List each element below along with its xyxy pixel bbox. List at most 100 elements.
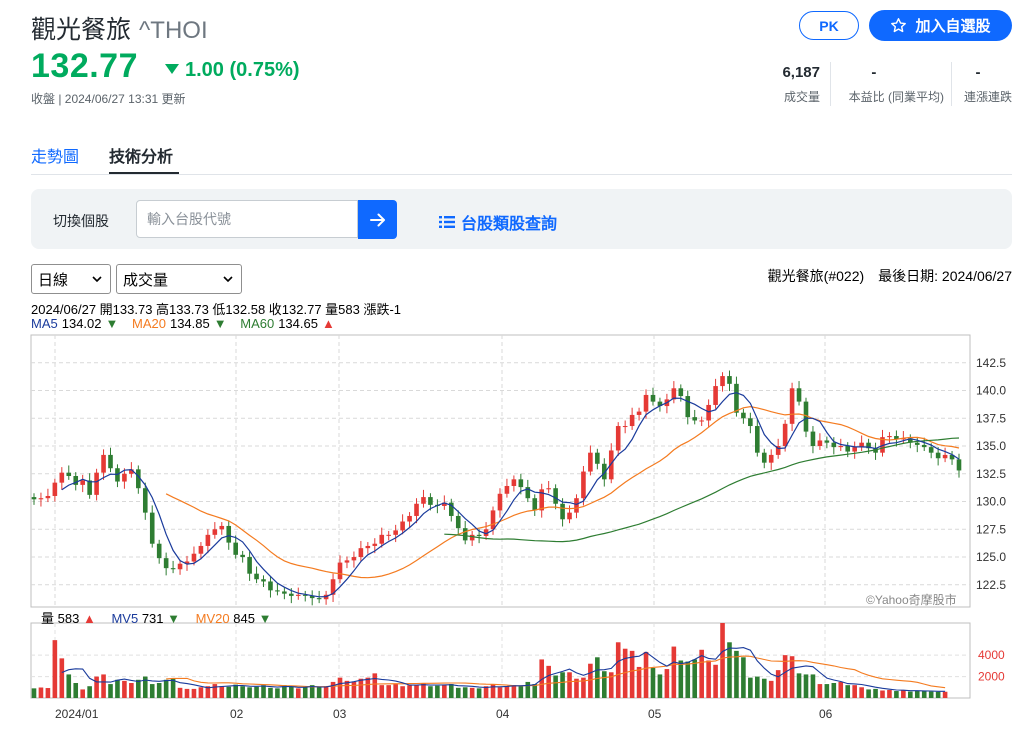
candle-body — [574, 498, 579, 513]
volume-bar — [87, 686, 92, 698]
volume-bar — [428, 686, 433, 698]
candle-body — [476, 534, 482, 536]
ma20-value: 134.85 — [169, 316, 210, 331]
candle-body — [636, 411, 642, 415]
down-triangle-icon — [165, 64, 179, 74]
candle-body — [956, 459, 962, 471]
volume-bar — [761, 678, 767, 698]
stat-pe-value: - — [871, 64, 877, 81]
volume-bar — [831, 683, 837, 698]
volume-bar — [942, 691, 948, 698]
chevron-down-icon — [92, 276, 102, 283]
tab-trend[interactable]: 走勢圖 — [31, 143, 79, 167]
period-select[interactable]: 日線 — [31, 264, 111, 294]
candle-body — [755, 426, 760, 453]
volume-bar — [727, 642, 732, 698]
candle-body — [261, 579, 266, 582]
candle-body — [191, 553, 197, 562]
price-plot-area — [30, 334, 971, 608]
candle-body — [393, 530, 398, 535]
volume-bar — [636, 666, 642, 698]
list-icon — [439, 216, 455, 228]
volume-bar — [664, 669, 670, 698]
volume-bar — [330, 681, 336, 698]
go-button[interactable] — [358, 200, 397, 239]
add-watchlist-button[interactable]: 加入自選股 — [869, 10, 1012, 41]
volume-bar — [156, 683, 162, 698]
volume-bar — [184, 688, 190, 698]
volume-bar — [887, 689, 892, 698]
candle-body — [845, 446, 851, 452]
volume-bar — [532, 684, 538, 698]
volume-bar — [177, 687, 183, 698]
mv20-value: 845 — [233, 611, 255, 626]
candle-body — [407, 515, 412, 522]
stock-code-input[interactable] — [136, 200, 358, 238]
volume-bar — [295, 688, 301, 698]
volume-bar — [52, 640, 58, 698]
volume-bar — [386, 685, 391, 698]
candle-body — [615, 426, 621, 451]
volume-bar — [720, 623, 725, 698]
candle-body — [122, 473, 127, 482]
candle-body — [344, 560, 350, 563]
volume-bar — [129, 683, 134, 698]
candle-body — [942, 454, 948, 459]
volume-bar — [212, 684, 218, 698]
volume-bar — [775, 670, 781, 698]
tab-technical[interactable]: 技術分析 — [109, 143, 173, 167]
candle-body — [94, 472, 99, 495]
ma60-direction: ▲ — [321, 316, 335, 331]
indicator-select[interactable]: 成交量 — [116, 264, 242, 294]
candle-body — [156, 543, 162, 559]
volume-bar — [678, 660, 684, 698]
volume-bar — [567, 672, 572, 698]
candle-body — [504, 485, 510, 494]
volume-bar — [671, 646, 677, 698]
volume-bar — [817, 684, 823, 698]
volume-bar — [247, 687, 252, 698]
period-select-value: 日線 — [38, 272, 69, 289]
candlestick-chart[interactable]: 122.5 125.0 127.5 130.0 132.5 135.0 137.5 140.0… — [0, 330, 1032, 736]
candle-body — [692, 417, 698, 421]
volume-bar — [66, 674, 72, 698]
candle-body — [914, 442, 920, 445]
candle-body — [316, 598, 322, 600]
candle-body — [365, 545, 371, 549]
candle-body — [588, 452, 593, 472]
volume-bar — [115, 679, 120, 698]
volume-bar — [122, 680, 127, 698]
volume-bar — [476, 688, 482, 698]
stat-streak: - 連漲連跌 — [964, 64, 1012, 105]
price-change: 1.00 (0.75%) — [165, 59, 300, 82]
candle-body — [678, 388, 684, 397]
volume-bar — [525, 681, 531, 698]
volume-bar — [755, 676, 760, 698]
ma20-direction: ▼ — [213, 316, 227, 331]
candle-body — [761, 452, 767, 463]
pk-button[interactable]: PK — [799, 11, 859, 40]
price-tick-label: 140.0 — [976, 384, 1006, 398]
volume-bar — [191, 688, 197, 698]
mv5-direction: ▼ — [167, 611, 181, 626]
volume-bar — [365, 677, 371, 698]
volume-bar — [219, 686, 225, 698]
candle-body — [887, 436, 892, 438]
candle-body — [796, 388, 802, 402]
candle-body — [289, 593, 294, 596]
candle-body — [595, 452, 600, 464]
candle-body — [163, 558, 169, 569]
candle-body — [212, 529, 218, 535]
candle-body — [240, 554, 245, 558]
volume-bar — [233, 684, 238, 698]
volume-bar — [31, 688, 37, 698]
category-lookup-link[interactable]: 台股類股查詢 — [439, 210, 557, 234]
watermark-text: ©Yahoo奇摩股市 — [866, 592, 957, 607]
ma-legend: MA5 134.02 ▼ MA20 134.85 ▼ MA60 134.65 ▲ — [31, 316, 339, 331]
volume-bar — [852, 685, 857, 698]
candle-body — [532, 498, 538, 511]
ma5-direction: ▼ — [105, 316, 119, 331]
candle-body — [518, 479, 524, 488]
volume-bar — [560, 672, 565, 698]
price-tick-label: 137.5 — [976, 411, 1006, 425]
